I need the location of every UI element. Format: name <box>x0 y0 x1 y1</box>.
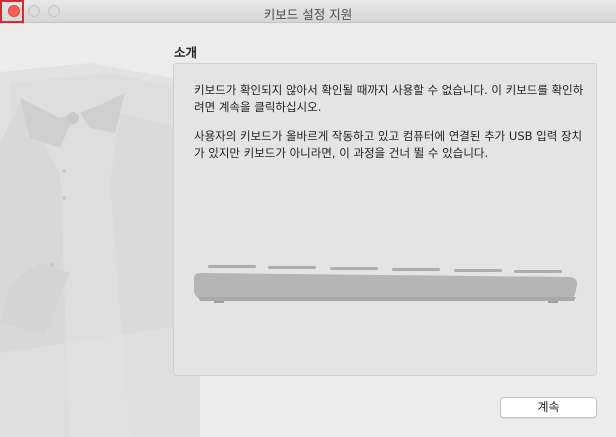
title-bar[interactable]: 키보드 설정 지원 <box>0 0 616 23</box>
section-heading: 소개 <box>174 45 198 60</box>
intro-paragraph: 키보드가 확인되지 않아서 확인될 때까지 사용할 수 없습니다. 이 키보드를… <box>194 83 584 114</box>
continue-button[interactable]: 계속 <box>500 397 597 418</box>
tuxedo-illustration <box>0 63 200 437</box>
keyboard-illustration <box>194 265 578 303</box>
skip-paragraph: 사용자의 키보드가 올바르게 작동하고 있고 컴퓨터에 연결된 추가 USB 입… <box>194 129 583 160</box>
window-title: 키보드 설정 지원 <box>263 7 353 22</box>
keyboard-setup-assistant-window: 키보드 설정 지원 소개 키보드가 확인되지 않아서 확인될 때까지 사용할 수… <box>0 0 616 437</box>
intro-panel: 키보드가 확인되지 않아서 확인될 때까지 사용할 수 없습니다. 이 키보드를… <box>173 63 597 376</box>
